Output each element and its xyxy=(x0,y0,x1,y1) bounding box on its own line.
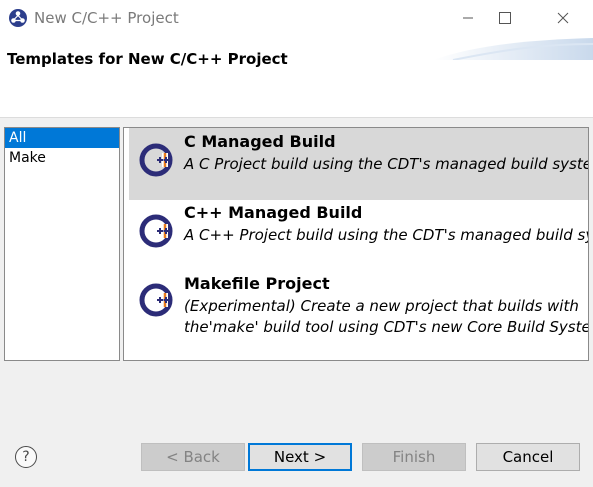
minimize-icon xyxy=(463,17,473,19)
page-title: Templates for New C/C++ Project xyxy=(7,50,288,68)
eclipse-app-icon xyxy=(9,9,27,27)
template-name: C Managed Build xyxy=(184,132,336,151)
cdt-icon xyxy=(139,214,173,248)
cdt-icon xyxy=(139,143,173,177)
back-button[interactable]: < Back xyxy=(141,443,245,471)
template-description: A C Project build using the CDT's manage… xyxy=(184,155,589,173)
cdt-icon xyxy=(139,283,173,317)
template-item-cpp-managed-build[interactable]: C++ Managed Build A C++ Project build us… xyxy=(129,200,588,272)
category-item-all[interactable]: All xyxy=(5,128,119,148)
template-name: Makefile Project xyxy=(184,274,330,293)
wizard-header: Templates for New C/C++ Project xyxy=(0,36,593,118)
template-list[interactable]: C Managed Build A C Project build using … xyxy=(123,127,589,361)
banner-decoration xyxy=(433,38,593,60)
close-button[interactable] xyxy=(540,0,586,36)
template-description: A C++ Project build using the CDT's mana… xyxy=(184,226,589,244)
template-name: C++ Managed Build xyxy=(184,203,363,222)
template-item-c-managed-build[interactable]: C Managed Build A C Project build using … xyxy=(129,128,588,200)
window-title: New C/C++ Project xyxy=(34,9,179,27)
next-button[interactable]: Next > xyxy=(248,443,352,471)
finish-button[interactable]: Finish xyxy=(362,443,466,471)
title-bar: New C/C++ Project xyxy=(0,0,593,36)
cancel-button[interactable]: Cancel xyxy=(476,443,580,471)
maximize-button[interactable] xyxy=(482,0,528,36)
category-list[interactable]: All Make xyxy=(4,127,120,361)
help-button[interactable]: ? xyxy=(15,446,37,468)
help-icon: ? xyxy=(22,449,30,465)
template-item-makefile-project[interactable]: Makefile Project (Experimental) Create a… xyxy=(129,272,588,360)
template-description-line-1: (Experimental) Create a new project that… xyxy=(184,297,579,315)
category-item-make[interactable]: Make xyxy=(5,148,119,168)
close-icon xyxy=(557,12,569,24)
template-description-line-2: the'make' build tool using CDT's new Cor… xyxy=(184,318,589,336)
maximize-icon xyxy=(499,12,511,24)
